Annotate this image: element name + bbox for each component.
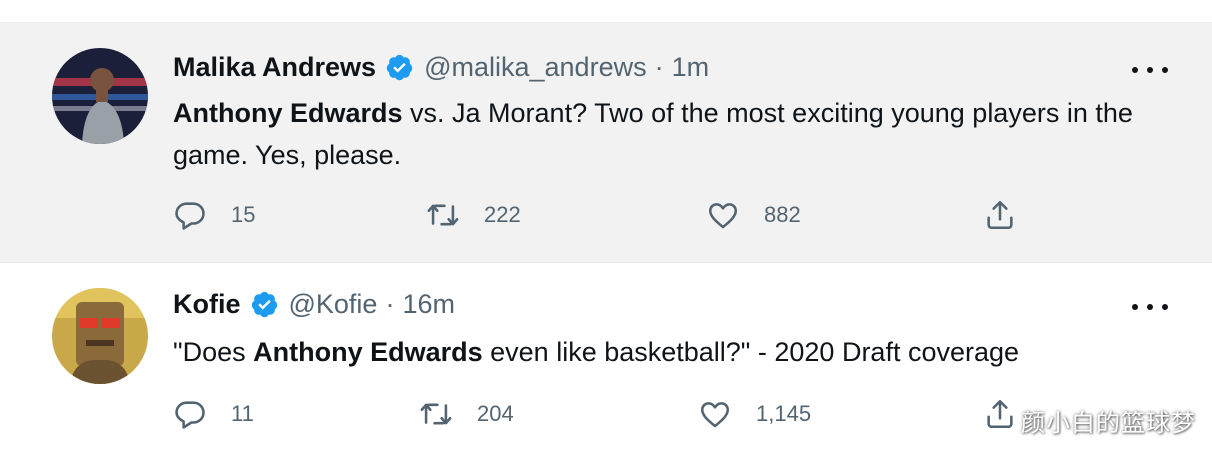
tweet-text-after: even like basketball?" - 2020 Draft cove… [482, 337, 1020, 367]
more-icon[interactable] [1132, 297, 1168, 317]
like-icon [700, 402, 730, 428]
author-handle[interactable]: @malika_andrews [424, 52, 647, 83]
avatar[interactable] [52, 48, 148, 144]
retweet-icon [420, 403, 452, 425]
reply-count: 15 [231, 202, 256, 227]
reply-icon [175, 401, 205, 429]
reply-button[interactable]: 11 [173, 394, 254, 434]
share-button[interactable] [983, 394, 1017, 434]
share-icon [987, 399, 1013, 429]
timestamp[interactable]: 16m [402, 289, 455, 320]
retweet-icon [427, 204, 459, 226]
verified-badge-icon [251, 291, 277, 318]
tweet-text: "Does Anthony Edwards even like basketba… [173, 331, 1183, 373]
retweet-count: 204 [477, 401, 514, 426]
retweet-count: 222 [484, 202, 521, 227]
tweet-text-before: "Does [173, 337, 254, 367]
tweet-actions: 15 222 882 [173, 195, 1033, 235]
share-icon [987, 200, 1013, 230]
retweet-button[interactable]: 222 [426, 195, 521, 235]
author-handle[interactable]: @Kofie [289, 289, 378, 320]
mention-text: Anthony Edwards [173, 98, 403, 128]
tweet-actions: 11 204 1,145 [173, 394, 1033, 434]
reply-button[interactable]: 15 [173, 195, 255, 235]
watermark: 颜小白的篮球梦 [1021, 409, 1196, 437]
tweet-header: Malika Andrews @malika_andrews · 1m [173, 52, 709, 83]
like-icon [708, 203, 738, 229]
separator-dot: · [385, 289, 395, 319]
reply-count: 11 [231, 401, 254, 426]
timestamp[interactable]: 1m [672, 52, 710, 83]
like-count: 882 [764, 202, 801, 227]
mention-text: Anthony Edwards [253, 337, 483, 367]
more-icon[interactable] [1132, 60, 1168, 80]
author-name[interactable]: Malika Andrews [173, 52, 376, 83]
verified-badge-icon [386, 54, 413, 81]
author-name[interactable]: Kofie [173, 289, 241, 320]
tweet-header: Kofie @Kofie · 16m [173, 289, 455, 320]
reply-icon [175, 202, 205, 230]
tweet-text: Anthony Edwards vs. Ja Morant? Two of th… [173, 92, 1183, 176]
separator-dot: · [654, 52, 664, 82]
tweet-card[interactable]: Malika Andrews @malika_andrews · 1m Anth… [0, 0, 1212, 262]
share-button[interactable] [983, 195, 1017, 235]
retweet-button[interactable]: 204 [419, 394, 514, 434]
like-button[interactable]: 1,145 [698, 394, 811, 434]
like-button[interactable]: 882 [706, 195, 801, 235]
avatar[interactable] [52, 288, 148, 384]
like-count: 1,145 [756, 401, 812, 426]
